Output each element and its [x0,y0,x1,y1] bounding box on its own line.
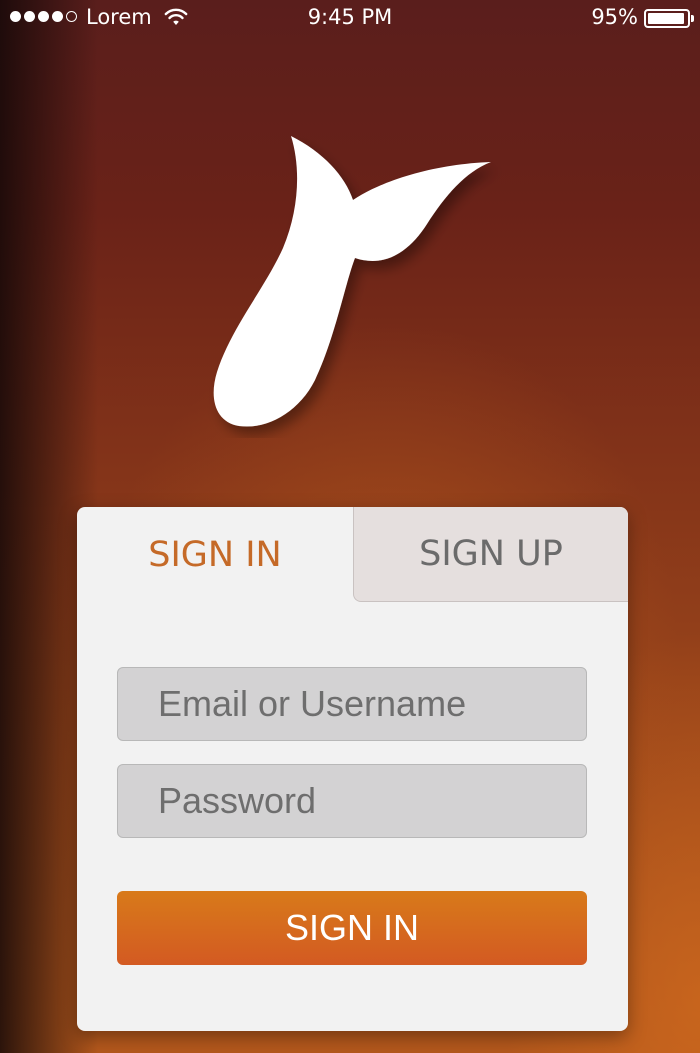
tab-sign-up[interactable]: SIGN UP [353,507,628,602]
login-card: SIGN IN SIGN UP SIGN IN [77,507,628,1031]
battery-percent: 95% [591,5,638,29]
leaf-logo-icon [213,136,492,427]
status-bar: Lorem 9:45 PM 95% [0,0,700,36]
password-input[interactable] [117,764,587,838]
battery-icon [644,9,694,28]
sign-in-button[interactable]: SIGN IN [117,891,587,965]
email-username-input[interactable] [117,667,587,741]
login-screen: Lorem 9:45 PM 95% SIGN IN SIGN UP SIGN I… [0,0,700,1053]
tab-sign-in[interactable]: SIGN IN [77,507,353,602]
